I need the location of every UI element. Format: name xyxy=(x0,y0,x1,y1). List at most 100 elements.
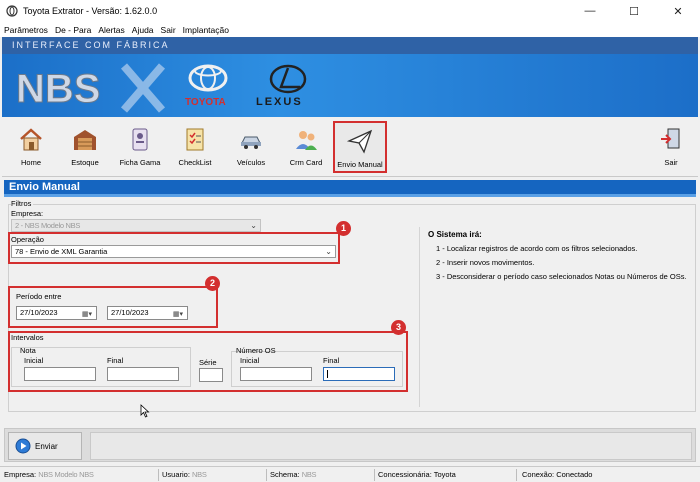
status-usuario-label: Usuario: xyxy=(162,470,190,479)
status-schema-label: Schema: xyxy=(270,470,300,479)
os-final-label: Final xyxy=(323,356,340,365)
toyota-logo-text: TOYOTA xyxy=(185,97,226,108)
nota-final-input[interactable] xyxy=(107,367,179,381)
toolbar-ficha-gama[interactable]: Ficha Gama xyxy=(113,121,167,173)
date-start-picker[interactable]: 27/10/2023 ▦▾ xyxy=(16,306,97,320)
menu-bar: Parâmetros De - Para Alertas Ajuda Sair … xyxy=(0,22,700,37)
toolbar-envio-manual-label: Envio Manual xyxy=(337,160,383,169)
menu-sair[interactable]: Sair xyxy=(161,25,176,35)
serie-input[interactable] xyxy=(199,368,223,382)
toolbar-crm-card-label: Crm Card xyxy=(289,158,323,167)
toolbar-home[interactable]: Home xyxy=(4,121,58,173)
banner-strip: INTERFACE COM FÁBRICA xyxy=(2,37,698,54)
toolbar-envio-manual[interactable]: Envio Manual xyxy=(333,121,387,173)
section-underline xyxy=(4,194,696,197)
title-bar: Toyota Extrator - Versão: 1.62.0.0 — ☐ ✕ xyxy=(0,0,700,22)
brand-banner: INTERFACE COM FÁBRICA NBS TOYOTA LEXUS xyxy=(2,37,698,117)
nota-label: Nota xyxy=(20,346,36,355)
date-start-value: 27/10/2023 xyxy=(20,308,58,317)
filtros-label: Filtros xyxy=(11,199,34,208)
status-empresa-label: Empresa: xyxy=(4,470,37,479)
status-usuario-value: NBS xyxy=(192,470,207,479)
status-bar: Empresa: NBS Modelo NBS Usuario: NBS Sch… xyxy=(0,466,700,482)
minimize-button[interactable]: — xyxy=(568,0,612,22)
status-schema: Schema: NBS xyxy=(270,470,317,479)
paper-plane-icon xyxy=(346,129,373,154)
toolbar-checklist-label: CheckList xyxy=(178,158,212,167)
nota-inicial-label: Inicial xyxy=(24,356,44,365)
toolbar-home-label: Home xyxy=(20,158,41,167)
toolbar-crm-card[interactable]: Crm Card xyxy=(279,121,333,173)
send-button-label: Enviar xyxy=(35,441,58,451)
toolbar-sair[interactable]: Sair xyxy=(644,121,698,173)
os-inicial-label: Inicial xyxy=(240,356,260,365)
calendar-icon[interactable]: ▦▾ xyxy=(82,309,92,321)
calendar-icon[interactable]: ▦▾ xyxy=(173,309,183,321)
window-title: Toyota Extrator - Versão: 1.62.0.0 xyxy=(23,6,158,16)
menu-alertas[interactable]: Alertas xyxy=(98,25,124,35)
vehicles-icon xyxy=(241,136,261,149)
menu-parametros[interactable]: Parâmetros xyxy=(4,25,48,35)
toolbar-sair-label: Sair xyxy=(664,158,678,167)
serie-label: Série xyxy=(199,358,217,367)
toolbar-veiculos-label: Veículos xyxy=(236,158,266,167)
empresa-label: Empresa: xyxy=(11,209,44,218)
toolbar-checklist[interactable]: CheckList xyxy=(168,121,222,173)
maximize-button[interactable]: ☐ xyxy=(612,0,656,22)
status-separator xyxy=(374,469,375,481)
play-icon xyxy=(15,438,31,454)
nbs-logo-text: NBS xyxy=(16,67,100,111)
text-caret xyxy=(327,370,328,378)
exit-door-icon xyxy=(661,128,680,149)
lexus-logo: LEXUS xyxy=(256,64,307,108)
toolbar-estoque[interactable]: Estoque xyxy=(58,121,112,173)
toolbar-estoque-label: Estoque xyxy=(71,158,99,167)
status-empresa-value: NBS Modelo NBS xyxy=(38,470,94,479)
toyota-logo: TOYOTA xyxy=(185,64,228,108)
info-item: 2 - Inserir novos movimentos. xyxy=(436,258,535,267)
nota-inicial-input[interactable] xyxy=(24,367,96,381)
status-empresa: Empresa: NBS Modelo NBS xyxy=(4,470,94,479)
date-end-picker[interactable]: 27/10/2023 ▦▾ xyxy=(107,306,188,320)
annotation-badge-1: 1 xyxy=(336,221,351,236)
id-card-icon xyxy=(132,128,148,151)
toolbar-ficha-gama-label: Ficha Gama xyxy=(119,158,161,167)
status-separator xyxy=(516,469,517,481)
info-item: 1 - Localizar registros de acordo com os… xyxy=(436,244,638,253)
menu-de-para[interactable]: De - Para xyxy=(55,25,91,35)
status-usuario: Usuario: NBS xyxy=(162,470,207,479)
action-bar-panel xyxy=(90,432,692,460)
status-concessionaria: Concessionária: Toyota xyxy=(378,470,456,479)
toolbar-veiculos[interactable]: Veículos xyxy=(224,121,278,173)
operacao-value: 78 - Envio de XML Garantia xyxy=(15,247,108,256)
intervalos-label: Intervalos xyxy=(11,333,44,342)
empresa-select[interactable]: 2 - NBS Modelo NBS ⌄ xyxy=(11,219,261,232)
nota-final-label: Final xyxy=(107,356,124,365)
close-button[interactable]: ✕ xyxy=(656,0,700,22)
date-end-value: 27/10/2023 xyxy=(111,308,149,317)
info-panel: O Sistema irá: 1 - Localizar registros d… xyxy=(419,227,696,407)
banner-logos: NBS TOYOTA LEXUS xyxy=(16,63,307,113)
chevron-down-icon: ⌄ xyxy=(250,221,257,230)
annotation-badge-2: 2 xyxy=(205,276,220,291)
annotation-badge-3: 3 xyxy=(391,320,406,335)
status-separator xyxy=(158,469,159,481)
periodo-label: Período entre xyxy=(16,292,62,301)
os-inicial-input[interactable] xyxy=(240,367,312,381)
send-button[interactable]: Enviar xyxy=(8,432,82,460)
users-icon xyxy=(296,131,317,150)
numero-os-label: Número OS xyxy=(236,346,276,355)
chevron-down-icon: ⌄ xyxy=(325,247,332,256)
lexus-logo-text: LEXUS xyxy=(256,96,303,108)
nbs-logo: NBS xyxy=(16,67,101,112)
main-toolbar: Home Estoque Ficha Gama CheckList Veícul… xyxy=(2,117,698,177)
menu-ajuda[interactable]: Ajuda xyxy=(132,25,154,35)
app-icon xyxy=(6,5,18,17)
x-mark-icon xyxy=(120,63,166,113)
info-heading: O Sistema irá: xyxy=(428,230,482,239)
operacao-select[interactable]: 78 - Envio de XML Garantia ⌄ xyxy=(11,245,336,258)
section-title: Envio Manual xyxy=(4,180,696,194)
info-item: 3 - Desconsiderar o período caso selecio… xyxy=(436,272,687,281)
menu-implantacao[interactable]: Implantação xyxy=(183,25,229,35)
os-final-input[interactable] xyxy=(323,367,395,381)
